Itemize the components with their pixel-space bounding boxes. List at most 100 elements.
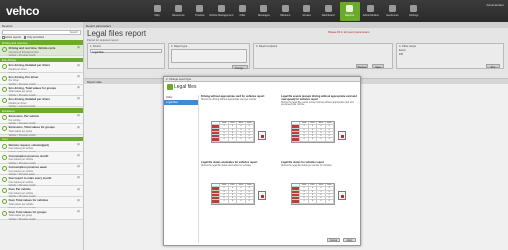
report-list-item[interactable]: Fuel, Total values for vehicles Total val… (0, 197, 83, 210)
preview-cell: 0 (326, 190, 335, 193)
report-type-card[interactable]: Legal file status for vehicles report Sho… (281, 161, 357, 222)
nav-item-missions[interactable]: Missions (275, 2, 295, 21)
nav-label: Settings (409, 14, 419, 17)
preview-cell (212, 131, 221, 135)
search-input[interactable]: Search (2, 29, 81, 35)
preview-header-cell: Value (300, 122, 309, 125)
nav-item-filter[interactable]: Filter (233, 2, 253, 21)
nav-item-dashboard[interactable]: Dashboard (318, 2, 338, 21)
preview-header-cell: Value (229, 184, 238, 187)
preview-cell: 0 (246, 190, 255, 193)
nav-item-messages[interactable]: Messages (254, 2, 274, 21)
preview-cell: 0 (300, 187, 309, 190)
search-button[interactable]: Search (70, 31, 78, 34)
report-icon (2, 64, 7, 70)
preview-table: Value Value Value Value 0 0 0 0 0 0 0 0 0 0 0 0 0 0 0 0 0 0 0 0 (291, 183, 335, 205)
report-list-item[interactable]: Eco driving, Detailed per driver Details … (0, 62, 83, 75)
preview-cell (212, 190, 221, 193)
preview-cell (292, 128, 301, 131)
report-list-item[interactable]: Fuel, Per vehicle Fuel values per vehicle… (0, 186, 83, 198)
report-list-item[interactable]: Driving and rest time, Vehicle cycle Over… (0, 44, 83, 57)
preview-header-cell (212, 184, 221, 187)
preview-cell: 0 (246, 135, 255, 138)
report-description: Details per driver (8, 101, 27, 105)
preview-header-cell: Value (246, 184, 255, 187)
preview-header-cell: Value (326, 184, 335, 187)
nav-item-settings[interactable]: Settings (404, 2, 424, 21)
report-type-card[interactable]: Legal file events (except driving withou… (281, 95, 357, 156)
card-title: Legal file events (except driving withou… (281, 95, 357, 101)
preview-header-cell: Value (309, 184, 318, 187)
filter-active-reports[interactable]: Active reports (2, 36, 21, 39)
nav-item-reports[interactable]: Reports (339, 2, 360, 21)
filter-only-permitted[interactable]: Only permitted (23, 36, 44, 39)
resources-icon (174, 5, 182, 12)
timeline-icon (196, 5, 204, 12)
nav-item-routes[interactable]: Routes (297, 2, 317, 21)
report-list-item[interactable]: Eco driving, Total values for groups Tota… (0, 84, 83, 97)
preview-cell: 0 (220, 187, 229, 190)
report-icon (2, 154, 7, 160)
preview-header-cell: Value (300, 184, 309, 187)
report-count: (1) (76, 74, 80, 78)
report-icon (2, 115, 7, 121)
preview-cell: 0 (237, 138, 246, 141)
preview-cell: 0 (317, 128, 326, 131)
preview-cell: 0 (317, 193, 326, 197)
nav-item-timeline[interactable]: Timeline (190, 2, 210, 21)
preview-cell (292, 190, 301, 193)
apply-button[interactable]: Apply (343, 237, 356, 242)
preview-table: Value Value Value Value 0 0 0 0 0 0 0 0 0 0 0 0 0 0 0 0 0 0 0 0 (211, 121, 255, 143)
report-list-item[interactable]: Emissions, Per vehiclePer vehicleVehicle… (0, 112, 83, 125)
report-title: Fuel, Per vehicle (8, 187, 31, 192)
report-count: (1) (76, 114, 80, 118)
nav-item-administration[interactable]: Administration (361, 2, 381, 21)
preview-cell: 0 (326, 128, 335, 131)
preview-row: 0000 (212, 200, 255, 204)
preview-cell: 0 (246, 128, 255, 131)
preview-cell: 0 (317, 131, 326, 135)
preview-header-cell: Value (220, 122, 229, 125)
user-menu[interactable]: Administrator (486, 3, 504, 7)
report-count: (1) (76, 86, 80, 90)
nav-item-vehicle-management[interactable]: Vehicle Management (209, 2, 233, 21)
preview-header-cell (292, 184, 301, 187)
report-list-item[interactable]: Consumption previous month Fuel values pe… (0, 152, 83, 165)
preview-header-cell (292, 122, 301, 125)
preview-cell: 0 (317, 197, 326, 200)
report-icon (2, 210, 7, 216)
preview-table: Value Value Value Value 0 0 0 0 0 0 0 0 0 0 0 0 0 0 0 0 0 0 0 0 (211, 183, 255, 205)
report-list-item[interactable]: Fuel, Total values for groups Total value… (0, 208, 83, 221)
preview-cell: 0 (229, 125, 238, 128)
preview-cell: 0 (309, 200, 318, 203)
report-list-item[interactable]: Remote request, schema(ppd) Fuel values p… (0, 141, 83, 154)
messages-icon (260, 5, 268, 12)
map-icon (153, 5, 161, 12)
nav-item-geofences[interactable]: Geofences (382, 2, 402, 21)
report-count: (1) (76, 63, 80, 67)
report-list-item[interactable]: Eco driving, Per driverPer driverVehicle… (0, 73, 83, 86)
report-list-item[interactable]: Consumption previous week Fuel values per… (0, 163, 83, 176)
routes-icon (303, 5, 311, 12)
preview-cell: 0 (300, 200, 309, 203)
report-list-item[interactable]: Fuel report to main every month Fuel valu… (0, 174, 83, 187)
nav-item-map[interactable]: Map (147, 2, 167, 21)
report-count: (1) (76, 97, 80, 101)
report-title: Consumption previous month (8, 153, 49, 158)
report-title: Driving and rest time, Vehicle cycle (8, 46, 56, 51)
report-list-item[interactable]: Eco driving, Detailed per driver Details … (0, 95, 83, 108)
nav-label: Filter (239, 14, 246, 17)
nav-item-resources[interactable]: Resources (168, 2, 188, 21)
preview-cell: 0 (220, 197, 229, 200)
category-item[interactable]: Legal files (164, 100, 198, 105)
report-type-card[interactable]: Legal file status anomalies for vehicles… (201, 161, 277, 222)
nav-label: Timeline (194, 14, 205, 17)
preview-cell: 0 (300, 190, 309, 193)
preview-cell (292, 138, 301, 141)
preview-row: 0000 (212, 138, 255, 142)
report-description: Details per driver (8, 68, 27, 72)
cancel-button[interactable]: Cancel (327, 237, 340, 242)
report-list-item[interactable]: Emissions, Total values for groups Total … (0, 124, 83, 137)
report-type-card[interactable]: Driving without appropriate card for veh… (201, 95, 277, 156)
preview-cell: 0 (246, 193, 255, 197)
